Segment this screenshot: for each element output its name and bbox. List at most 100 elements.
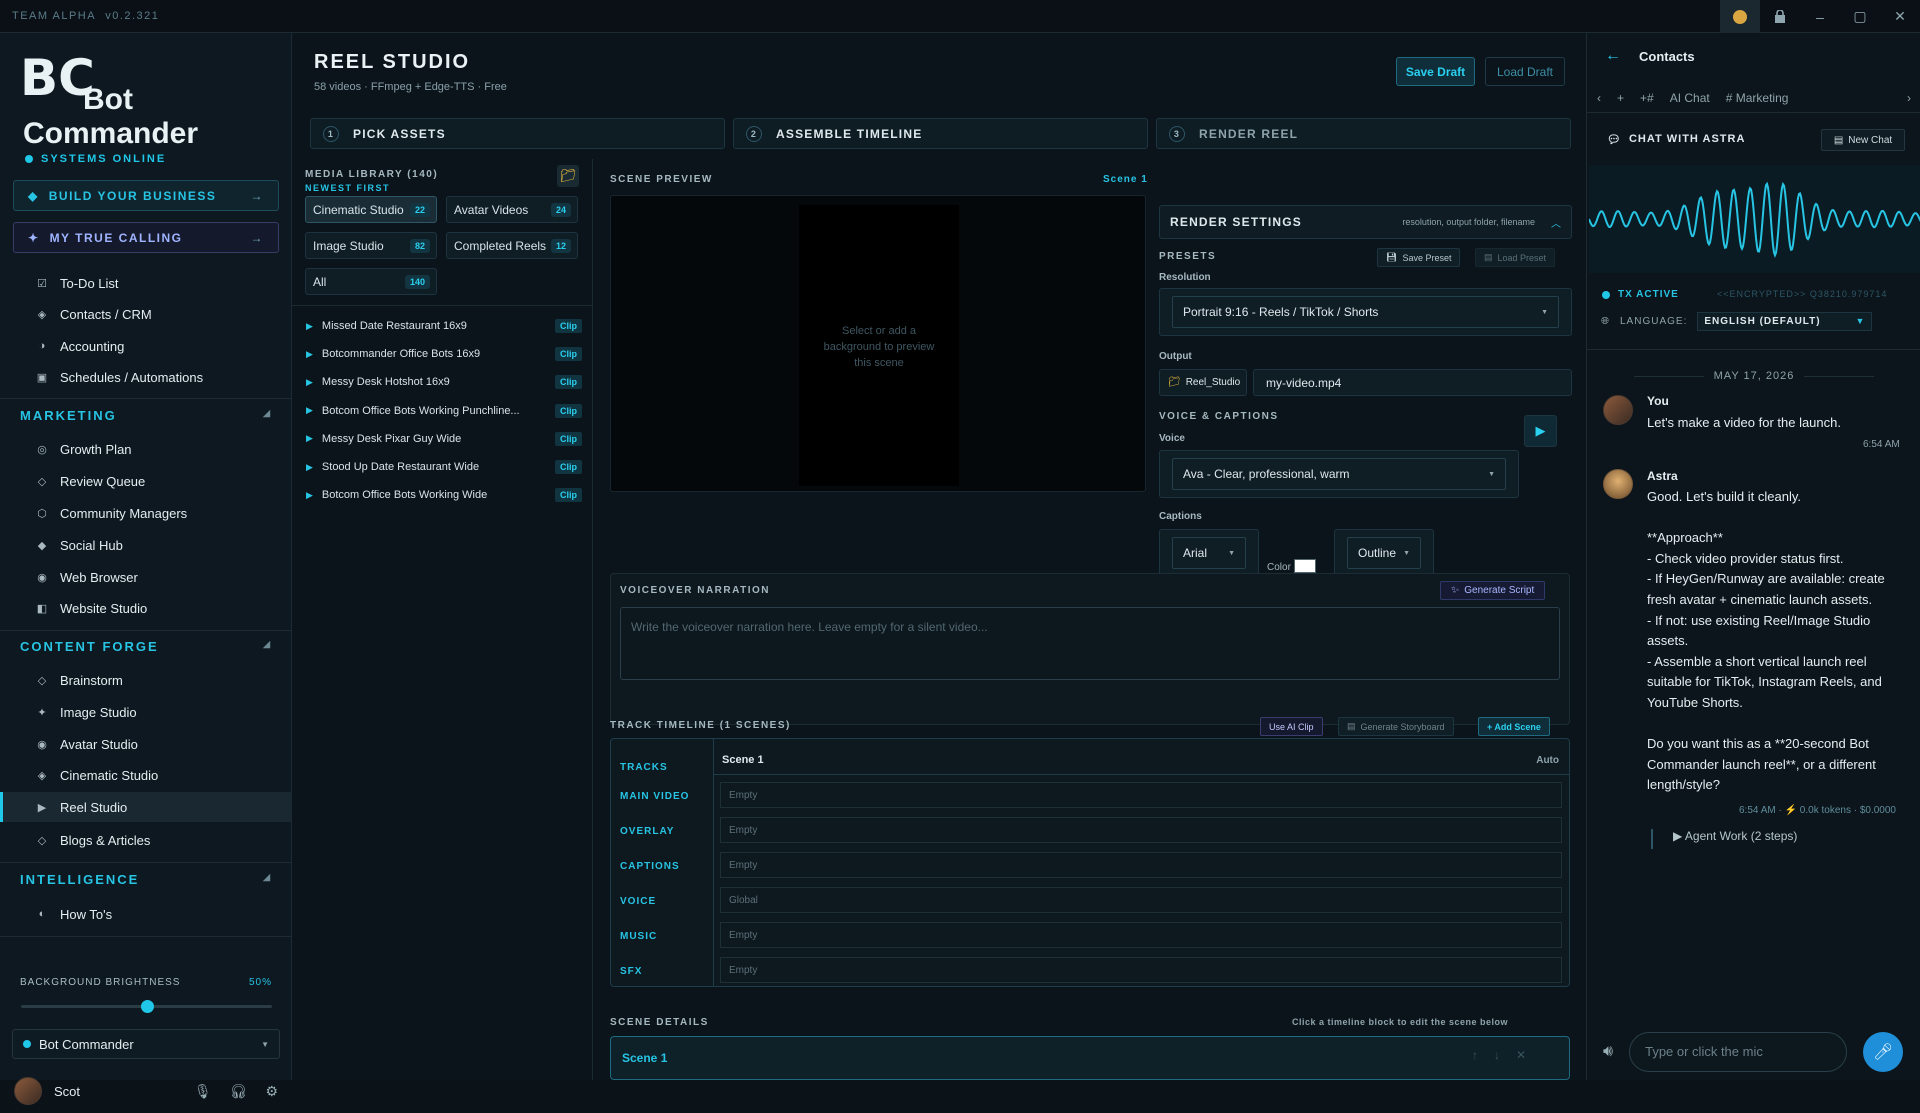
filter-all[interactable]: All 140: [305, 268, 437, 295]
add-scene-button[interactable]: + Add Scene: [1478, 717, 1550, 736]
step-assemble-timeline[interactable]: 2 ASSEMBLE TIMELINE: [733, 118, 1148, 149]
reel-studio-main: REEL STUDIO 58 videos · FFmpeg + Edge-TT…: [292, 33, 1586, 1080]
sidebar-item-growth-plan[interactable]: ◎ Growth Plan: [0, 434, 292, 464]
sparkle-icon: ✨︎: [1451, 585, 1460, 596]
tab-marketing[interactable]: # Marketing: [1726, 91, 1789, 105]
render-settings-header[interactable]: RENDER SETTINGS resolution, output folder…: [1159, 205, 1572, 239]
track-cell[interactable]: Empty: [720, 852, 1562, 878]
track-cell[interactable]: Empty: [720, 782, 1562, 808]
track-cell[interactable]: Empty: [720, 957, 1562, 983]
media-clip-item[interactable]: ▶ Stood Up Date Restaurant Wide Clip: [306, 456, 582, 478]
track-cell[interactable]: Global: [720, 887, 1562, 913]
plus-icon[interactable]: +: [1617, 91, 1624, 105]
section-marketing[interactable]: MARKETING ◢: [20, 408, 272, 423]
sidebar-item-avatar-studio[interactable]: ◉ Avatar Studio: [0, 729, 292, 759]
speaker-icon[interactable]: 🔊︎: [1603, 1043, 1613, 1061]
tab-ai-chat[interactable]: AI Chat: [1670, 91, 1710, 105]
sidebar-item-review-queue[interactable]: ◇ Review Queue: [0, 466, 292, 496]
sidebar-item-contacts[interactable]: ◈ Contacts / CRM: [0, 299, 292, 329]
sun-icon[interactable]: [1720, 0, 1760, 33]
use-ai-clip-button[interactable]: Use AI Clip: [1260, 717, 1323, 736]
media-clip-item[interactable]: ▶ Messy Desk Pixar Guy Wide Clip: [306, 428, 582, 450]
minimize-icon[interactable]: –: [1800, 0, 1840, 33]
lock-icon[interactable]: [1760, 0, 1800, 33]
language-select[interactable]: 🌐︎ LANGUAGE: ENGLISH (DEFAULT) ▼: [1601, 312, 1873, 331]
move-up-icon[interactable]: ↑: [1472, 1048, 1478, 1062]
media-clip-item[interactable]: ▶ Missed Date Restaurant 16x9 Clip: [306, 315, 582, 337]
maximize-icon[interactable]: ▢: [1840, 0, 1880, 33]
build-business-button[interactable]: ◆ BUILD YOUR BUSINESS →: [13, 180, 279, 211]
load-draft-button[interactable]: Load Draft: [1485, 57, 1565, 86]
filter-completed-reels[interactable]: Completed Reels 12: [446, 232, 578, 259]
generate-script-button[interactable]: ✨︎ Generate Script: [1440, 581, 1546, 600]
media-clip-item[interactable]: ▶ Messy Desk Hotshot 16x9 Clip: [306, 371, 582, 393]
voice-select[interactable]: Ava - Clear, professional, warm ▼: [1159, 450, 1519, 498]
sidebar-item-web-browser[interactable]: ◉ Web Browser: [0, 562, 292, 592]
avatar[interactable]: [14, 1077, 42, 1105]
gear-icon[interactable]: ⚙: [265, 1083, 278, 1100]
scene-preview[interactable]: Select or add a background to preview th…: [610, 195, 1146, 492]
media-clip-item[interactable]: ▶ Botcommander Office Bots 16x9 Clip: [306, 343, 582, 365]
track-cell[interactable]: Empty: [720, 922, 1562, 948]
filter-avatar[interactable]: Avatar Videos 24: [446, 196, 578, 223]
sidebar-item-reel-studio[interactable]: ▶ Reel Studio: [0, 792, 292, 822]
bot-select[interactable]: Bot Commander ▼: [12, 1029, 280, 1059]
headphones-icon[interactable]: 🎧︎: [230, 1083, 248, 1100]
track-cell[interactable]: Empty: [720, 817, 1562, 843]
chevron-right-icon[interactable]: ›: [1907, 91, 1911, 105]
brightness-slider[interactable]: [21, 1000, 272, 1013]
delete-icon[interactable]: ✕: [1516, 1048, 1526, 1062]
save-preset-button[interactable]: 💾︎ Save Preset: [1377, 248, 1461, 267]
save-draft-button[interactable]: Save Draft: [1396, 57, 1475, 86]
filename-input[interactable]: my-video.mp4: [1253, 369, 1572, 396]
media-clip-item[interactable]: ▶ Botcom Office Bots Working Wide Clip: [306, 484, 582, 506]
filter-cinematic[interactable]: Cinematic Studio 22: [305, 196, 437, 223]
layout-icon: ◧: [36, 602, 48, 615]
play-icon: ▶: [306, 489, 313, 500]
new-chat-button[interactable]: ▤ New Chat: [1821, 129, 1905, 151]
slider-knob[interactable]: [140, 1000, 154, 1013]
voice-play-button[interactable]: ▶: [1524, 415, 1557, 447]
folder-icon[interactable]: 📁︎: [557, 165, 579, 187]
step-render-reel[interactable]: 3 RENDER REEL: [1156, 118, 1571, 149]
sort-label[interactable]: NEWEST FIRST: [305, 183, 390, 193]
mic-button[interactable]: 🎤︎: [1863, 1031, 1904, 1072]
arrow-right-icon: →: [250, 230, 264, 245]
generate-storyboard-button[interactable]: ▤ Generate Storyboard: [1338, 717, 1454, 736]
sidebar-item-accounting[interactable]: ◑ Accounting: [0, 331, 292, 361]
sidebar-item-schedules[interactable]: ▣ Schedules / Automations: [0, 362, 292, 392]
chat-input[interactable]: Type or click the mic: [1629, 1031, 1848, 1072]
section-intelligence[interactable]: INTELLIGENCE ◢: [20, 872, 272, 887]
chevron-left-icon[interactable]: ‹: [1597, 91, 1601, 105]
section-content-forge[interactable]: CONTENT FORGE ◢: [20, 639, 272, 654]
media-clip-item[interactable]: ▶ Botcom Office Bots Working Punchline...…: [306, 400, 582, 422]
agent-work-toggle[interactable]: ▶ Agent Work (2 steps): [1651, 829, 1797, 849]
sidebar-item-how-tos[interactable]: ◐ How To's: [0, 899, 292, 929]
play-icon: ▶: [37, 801, 47, 814]
close-icon[interactable]: ✕: [1880, 0, 1920, 33]
step-pick-assets[interactable]: 1 PICK ASSETS: [310, 118, 725, 149]
caption-color-swatch[interactable]: [1294, 559, 1316, 573]
narration-textarea[interactable]: Write the voiceover narration here. Leav…: [620, 607, 1560, 680]
sidebar-item-blogs[interactable]: ◇ Blogs & Articles: [0, 825, 292, 855]
scene-1-card[interactable]: [610, 1036, 1570, 1080]
sidebar-item-website-studio[interactable]: ◧ Website Studio: [0, 593, 292, 623]
load-preset-button[interactable]: ▤ Load Preset: [1475, 248, 1556, 267]
output-folder-button[interactable]: 📁︎ Reel_Studio: [1159, 369, 1247, 396]
sidebar-item-community[interactable]: ⬡ Community Managers: [0, 498, 292, 528]
sidebar-item-cinematic-studio[interactable]: ◈ Cinematic Studio: [0, 760, 292, 790]
add-channel-icon[interactable]: +#: [1640, 91, 1654, 105]
caption-font-select[interactable]: Arial ▼: [1159, 529, 1259, 577]
filter-image-studio[interactable]: Image Studio 82: [305, 232, 437, 259]
sidebar-item-todo[interactable]: ☑ To-Do List: [0, 268, 292, 298]
timeline-scene-1-header[interactable]: Scene 1 Auto: [714, 746, 1569, 775]
sidebar-item-image-studio[interactable]: ✦ Image Studio: [0, 697, 292, 727]
caption-style-select[interactable]: Outline ▼: [1334, 529, 1434, 577]
sidebar-item-social-hub[interactable]: ◆ Social Hub: [0, 530, 292, 560]
back-arrow-icon[interactable]: ←: [1605, 47, 1621, 65]
sidebar-item-brainstorm[interactable]: ◇ Brainstorm: [0, 665, 292, 695]
true-calling-button[interactable]: ✦ MY TRUE CALLING →: [13, 222, 279, 253]
microphone-icon[interactable]: 🎙︎: [194, 1083, 212, 1100]
move-down-icon[interactable]: ↓: [1494, 1048, 1500, 1062]
resolution-select[interactable]: Portrait 9:16 - Reels / TikTok / Shorts ▼: [1159, 288, 1572, 336]
